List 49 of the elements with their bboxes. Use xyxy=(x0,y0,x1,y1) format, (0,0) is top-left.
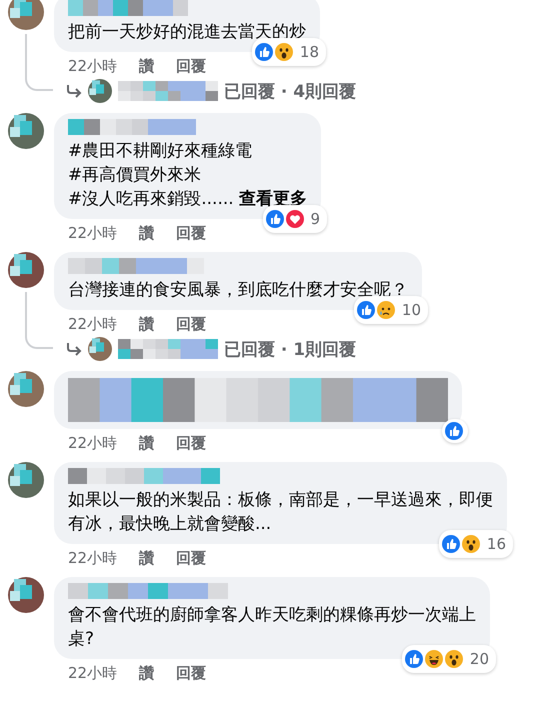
reaction-badge[interactable]: 16 xyxy=(438,530,513,558)
comment-time[interactable]: 22小時 xyxy=(68,224,118,242)
comment-time[interactable]: 22小時 xyxy=(68,549,118,567)
reaction-count: 16 xyxy=(486,534,507,555)
thread-line xyxy=(25,292,53,349)
comment-text: 有冰，最快晚上就會變酸... xyxy=(68,513,272,536)
reaction-badge[interactable]: 18 xyxy=(252,38,326,66)
reaction-count: 9 xyxy=(310,209,322,230)
comment-text: #農田不耕剛好來種綠電 xyxy=(68,140,254,163)
comment-text: 如果以一般的米製品：板條，南部是，一早送過來，即便 xyxy=(68,489,493,512)
like-link[interactable]: 讚 xyxy=(139,315,154,333)
reply-link[interactable]: 回覆 xyxy=(176,315,206,333)
comment-time[interactable]: 22小時 xyxy=(68,315,118,333)
reaction-count: 10 xyxy=(400,300,422,321)
reply-link[interactable]: 回覆 xyxy=(176,57,206,75)
like-link[interactable]: 讚 xyxy=(139,434,154,452)
reaction-count: 18 xyxy=(298,42,320,63)
comment-time[interactable]: 22小時 xyxy=(68,434,118,452)
reply-link[interactable]: 回覆 xyxy=(176,549,206,567)
reaction-badge[interactable]: 9 xyxy=(262,205,328,233)
avatar-drawing xyxy=(8,462,44,498)
comment-text: #再高價買外來米 xyxy=(68,164,202,187)
avatar-drawing xyxy=(8,0,44,30)
avatar-drawing xyxy=(88,79,112,103)
avatar-drawing xyxy=(88,337,112,361)
reaction-badge[interactable]: 20 xyxy=(402,645,496,673)
comment-text: 會不會代班的廚師拿客人昨天吃剩的粿條再炒一次端上 xyxy=(68,604,476,627)
like-link[interactable]: 讚 xyxy=(139,224,154,242)
reply-link[interactable]: 回覆 xyxy=(176,224,206,242)
comment-time[interactable]: 22小時 xyxy=(68,664,118,682)
reaction-badge[interactable] xyxy=(442,419,468,443)
avatar-drawing xyxy=(8,371,44,407)
reaction-badge[interactable]: 10 xyxy=(354,296,428,324)
comment-text: 桌? xyxy=(68,628,96,651)
like-link[interactable]: 讚 xyxy=(139,664,154,682)
thread-line xyxy=(25,34,53,91)
avatar-drawing xyxy=(8,252,44,288)
reaction-count: 20 xyxy=(468,649,490,670)
reply-arrow-icon xyxy=(66,342,82,356)
reply-link[interactable]: 回覆 xyxy=(176,664,206,682)
comment-time[interactable]: 22小時 xyxy=(68,57,118,75)
replies-link[interactable]: 已回覆 · 4則回覆 xyxy=(224,80,356,102)
avatar-drawing xyxy=(8,577,44,613)
replies-link[interactable]: 已回覆 · 1則回覆 xyxy=(224,338,356,360)
reply-arrow-icon xyxy=(66,84,82,98)
avatar-drawing xyxy=(8,113,44,149)
like-link[interactable]: 讚 xyxy=(139,57,154,75)
like-link[interactable]: 讚 xyxy=(139,549,154,567)
reply-link[interactable]: 回覆 xyxy=(176,434,206,452)
